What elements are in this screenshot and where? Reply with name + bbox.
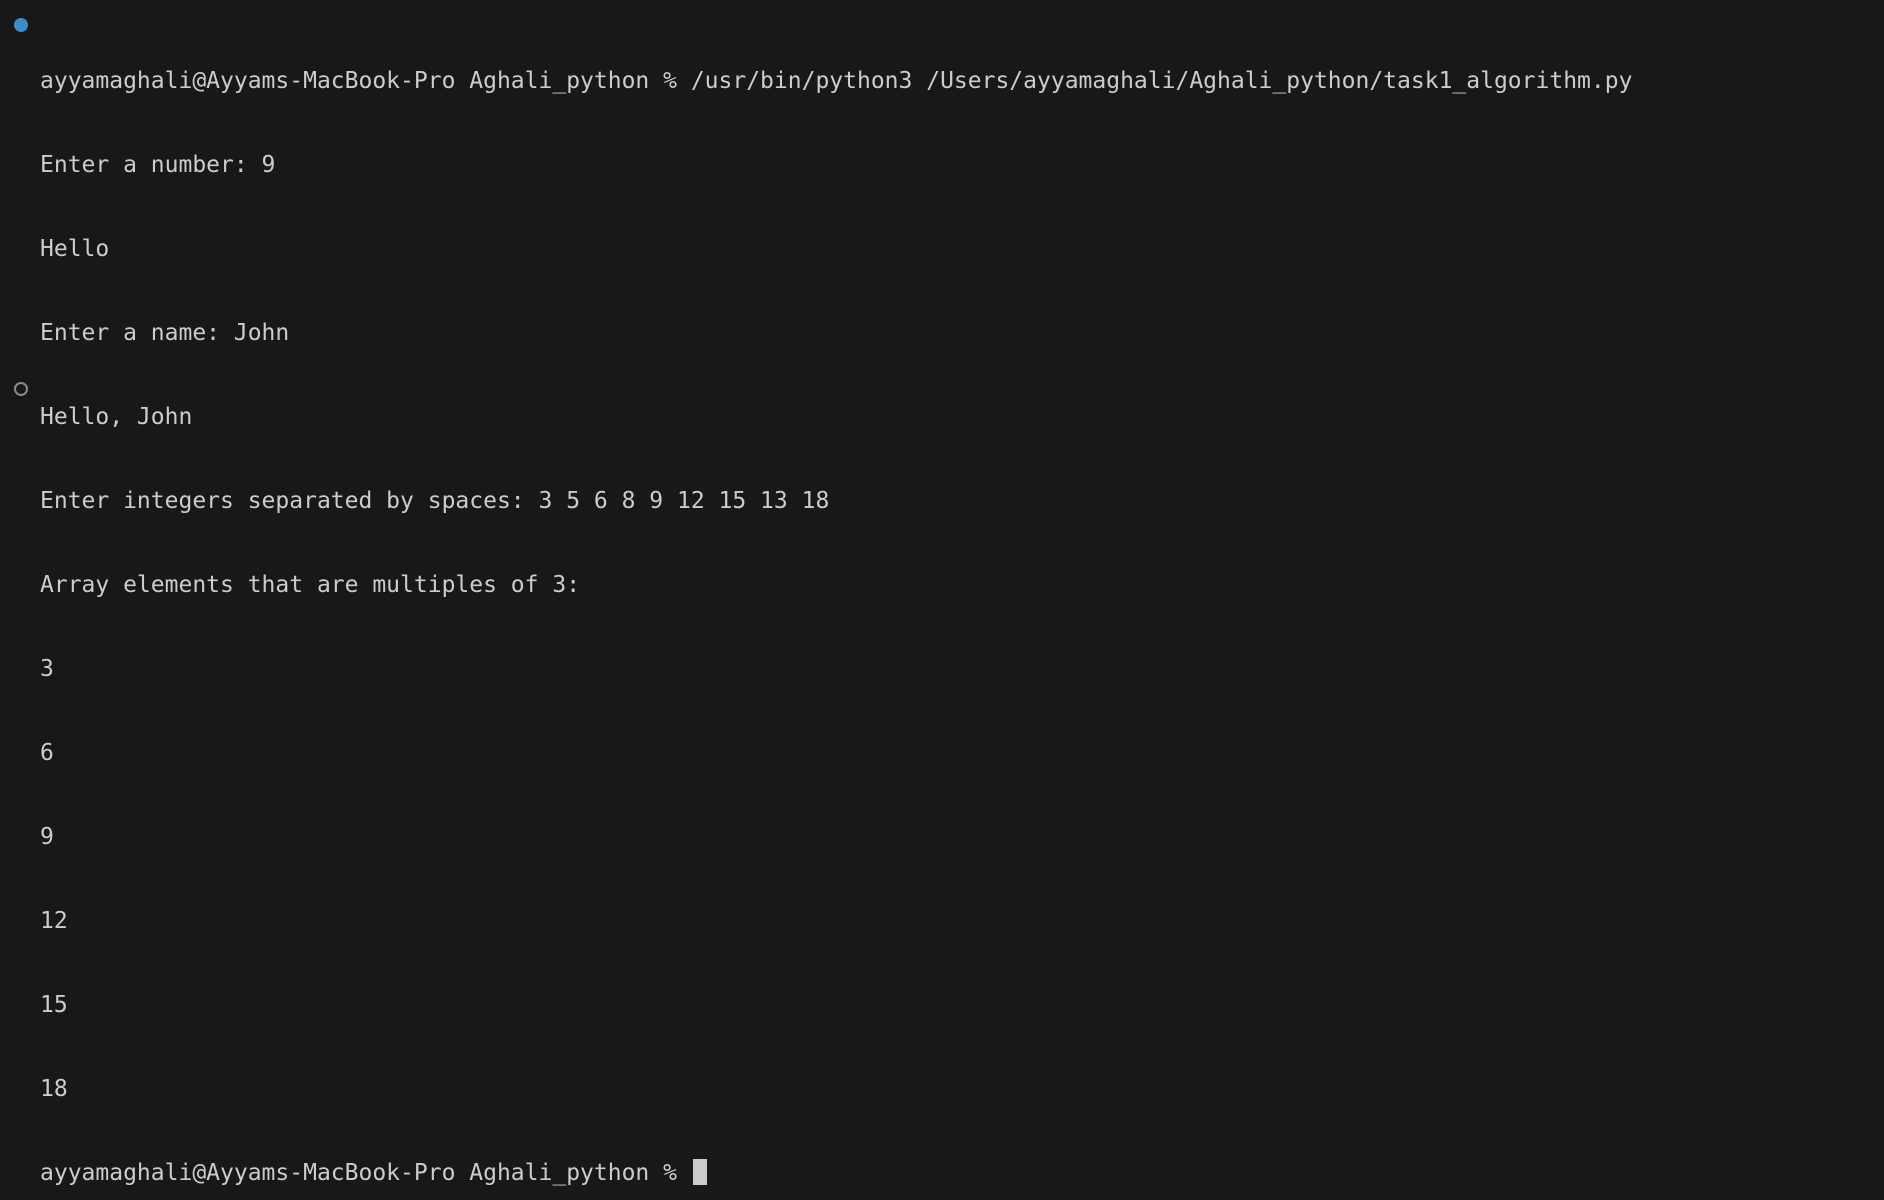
output-line: 15 [40,992,68,1018]
output-line: Enter a number: 9 [40,152,276,178]
output-line: 18 [40,1076,68,1102]
terminal-output: ayyamaghali@Ayyams-MacBook-Pro Aghali_py… [40,11,1632,1200]
output-line: Hello, John [40,404,193,430]
command-pending-decoration-icon [14,382,28,396]
command-line: ayyamaghali@Ayyams-MacBook-Pro Aghali_py… [40,68,1633,94]
output-line: Array elements that are multiples of 3: [40,572,581,598]
command-success-decoration-icon[interactable] [14,18,28,32]
output-line: Enter a name: John [40,320,290,346]
output-line: Enter integers separated by spaces: 3 5 … [40,488,830,514]
output-line: Hello [40,236,110,262]
output-line: 12 [40,908,68,934]
shell-prompt: ayyamaghali@Ayyams-MacBook-Pro Aghali_py… [40,1160,691,1186]
prompt-line[interactable]: ayyamaghali@Ayyams-MacBook-Pro Aghali_py… [40,1159,1632,1187]
output-line: 3 [40,656,54,682]
output-line: 6 [40,740,54,766]
terminal-panel[interactable]: ayyamaghali@Ayyams-MacBook-Pro Aghali_py… [0,0,1884,1186]
terminal-cursor[interactable] [692,1159,707,1185]
output-line: 9 [40,824,54,850]
